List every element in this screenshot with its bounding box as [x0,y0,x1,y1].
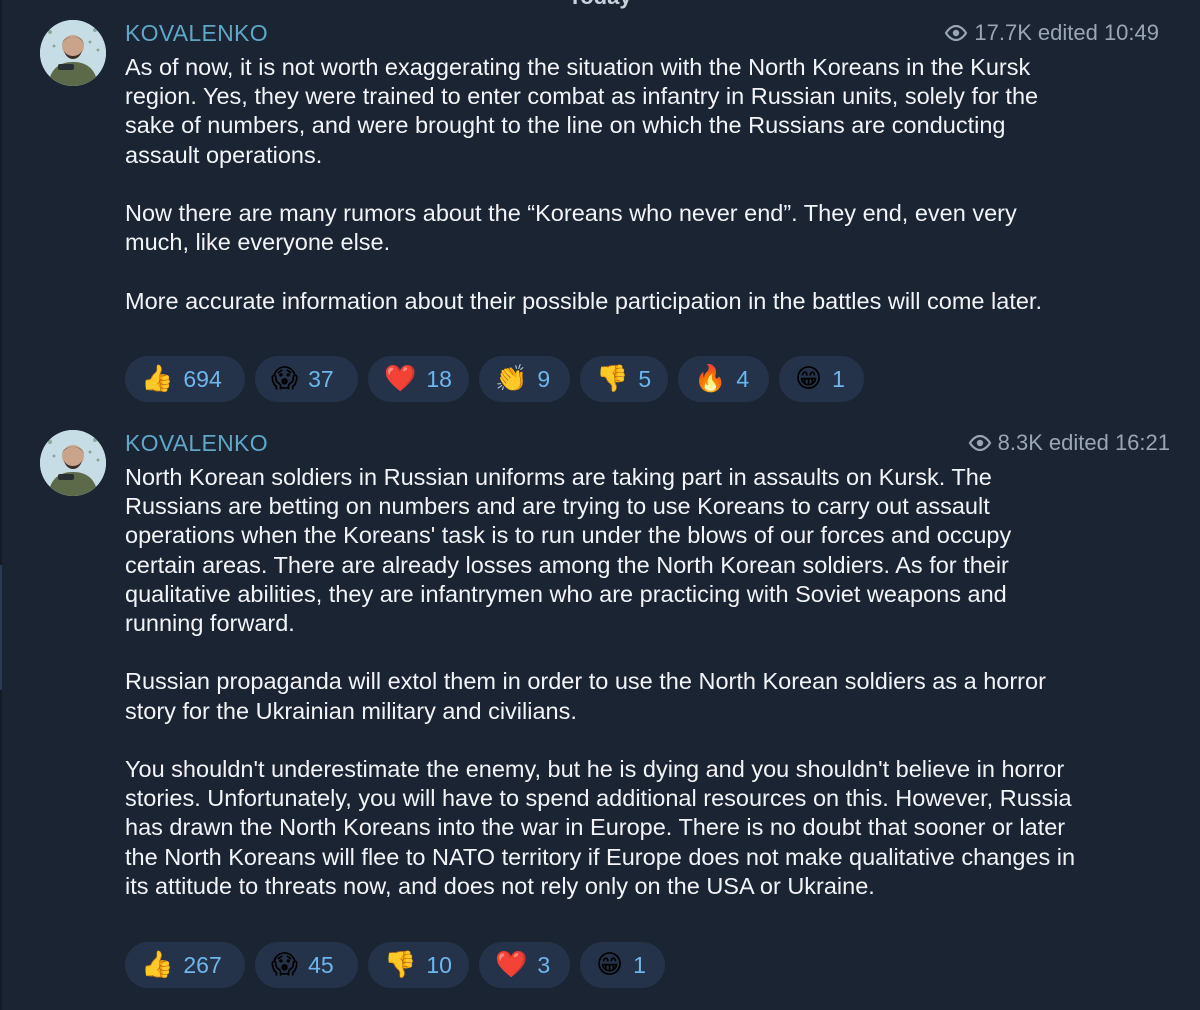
reaction-grinning-face[interactable]: 😁 1 [580,942,665,988]
edited-time: edited 10:49 [1037,20,1159,45]
author-name[interactable]: KOVALENKO [125,20,268,47]
reaction-clapping-hands[interactable]: 👏 9 [479,356,570,402]
reaction-count: 45 [308,951,334,978]
thumbs-up-icon: 👍 [141,364,174,394]
heart-icon: ❤️ [384,364,417,394]
heart-icon: ❤️ [495,950,528,980]
reaction-count: 1 [832,365,845,392]
reactions-bar: 👍 267 😱 45 👎 10 ❤️ 3 😁 1 [125,942,665,988]
message-paragraph: As of now, it is not worth exaggerating … [125,54,1039,168]
reaction-count: 267 [183,951,222,978]
reactions-bar: 👍 694 😱 37 ❤️ 18 👏 9 👎 5 🔥 4 😁 1 [125,356,864,402]
reaction-count: 18 [426,365,452,392]
view-count: 8.3K [997,430,1043,455]
message-paragraph: North Korean soldiers in Russian uniform… [125,464,1012,637]
message-text: North Korean soldiers in Russian uniform… [125,463,1080,901]
message-meta: 17.7K edited 10:49 [944,20,1159,46]
screaming-face-icon: 😱 [271,364,299,394]
avatar[interactable] [40,430,106,496]
thumbs-down-icon: 👎 [596,364,629,394]
reaction-heart[interactable]: ❤️ 18 [368,356,469,402]
avatar-image [40,20,106,86]
eye-icon [968,435,991,451]
reaction-count: 694 [183,365,222,392]
message-paragraph: Russian propaganda will extol them in or… [125,668,1046,724]
message-text: As of now, it is not worth exaggerating … [125,53,1085,316]
reaction-count: 5 [638,365,652,392]
reaction-count: 9 [537,365,551,392]
message[interactable]: KOVALENKO 17.7K edited 10:49 As of now, … [40,20,1170,410]
reaction-thumbs-up[interactable]: 👍 267 [125,942,245,988]
reaction-screaming-face[interactable]: 😱 37 [255,356,358,402]
reaction-thumbs-down[interactable]: 👎 10 [368,942,469,988]
date-chip: Today [568,0,631,10]
author-name[interactable]: KOVALENKO [125,430,268,457]
scroll-indicator[interactable] [0,565,2,690]
thumbs-down-icon: 👎 [384,950,417,980]
chat-view: Today KOVALENKO 17.7K edited 10:49 As [0,0,1200,1010]
reaction-thumbs-down[interactable]: 👎 5 [580,356,668,402]
reaction-count: 4 [736,365,750,392]
thumbs-up-icon: 👍 [141,950,174,980]
avatar-image [40,430,106,496]
message-paragraph: You shouldn't underestimate the enemy, b… [125,756,1076,899]
message-meta: 8.3K edited 16:21 [968,430,1170,456]
reaction-fire[interactable]: 🔥 4 [678,356,769,402]
left-divider [0,0,2,1010]
screaming-face-icon: 😱 [271,950,299,980]
reaction-count: 10 [426,951,452,978]
eye-icon [945,25,968,41]
message-paragraph: Now there are many rumors about the “Kor… [125,200,1017,256]
message-paragraph: More accurate information about their po… [125,287,1042,314]
reaction-count: 37 [308,365,334,392]
reaction-grinning-face[interactable]: 😁 1 [779,356,864,402]
avatar[interactable] [40,20,106,86]
edited-time: edited 16:21 [1048,430,1170,455]
fire-icon: 🔥 [694,364,727,394]
grinning-face-icon: 😁 [596,950,624,980]
reaction-heart[interactable]: ❤️ 3 [479,942,570,988]
clapping-hands-icon: 👏 [495,364,528,394]
view-count: 17.7K [974,20,1032,45]
message[interactable]: KOVALENKO 8.3K edited 16:21 North Korean… [40,430,1170,990]
reaction-count: 3 [537,951,551,978]
grinning-face-icon: 😁 [795,364,823,394]
reaction-screaming-face[interactable]: 😱 45 [255,942,358,988]
reaction-count: 1 [633,951,646,978]
reaction-thumbs-up[interactable]: 👍 694 [125,356,245,402]
